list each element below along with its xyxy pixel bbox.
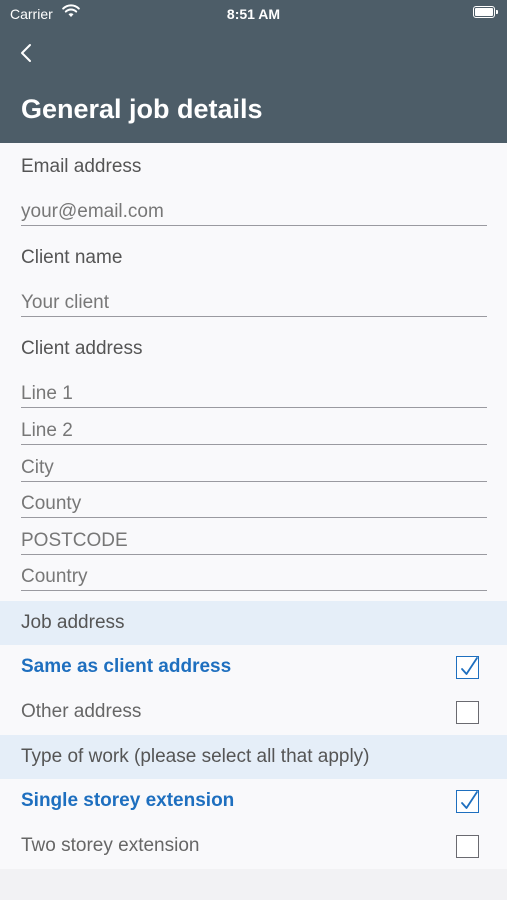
country-field[interactable]: Country <box>21 559 487 591</box>
email-placeholder: your@email.com <box>21 201 164 222</box>
city-field[interactable]: City <box>21 450 487 482</box>
client-address-label: Client address <box>21 338 143 359</box>
section-title: Job address <box>21 612 125 633</box>
other-address-row[interactable]: Other address <box>0 690 507 735</box>
battery-icon <box>473 6 498 18</box>
checkbox[interactable] <box>456 790 479 813</box>
checkmark-icon <box>461 791 478 809</box>
nav-header: Carrier 8:51 AM General job details <box>0 0 507 143</box>
option-label: Single storey extension <box>21 790 235 811</box>
two-storey-extension-row[interactable]: Two storey extension <box>0 824 507 869</box>
county-placeholder: County <box>21 493 82 514</box>
job-form: Email address your@email.com Client name… <box>0 143 507 601</box>
clock: 8:51 AM <box>226 6 281 22</box>
client-name-placeholder: Your client <box>21 292 110 313</box>
postcode-placeholder: POSTCODE <box>21 530 128 551</box>
option-label: Other address <box>21 701 142 722</box>
checkbox[interactable] <box>456 701 479 724</box>
city-placeholder: City <box>21 457 54 478</box>
postcode-field[interactable]: POSTCODE <box>21 523 487 555</box>
email-field[interactable]: your@email.com <box>21 194 487 226</box>
page-title: General job details <box>21 94 263 124</box>
job-address-section-header: Job address <box>0 601 507 645</box>
section-title: Type of work (please select all that app… <box>21 746 370 767</box>
email-label: Email address <box>21 156 142 177</box>
client-name-label: Client name <box>21 247 123 268</box>
checkmark-icon <box>461 657 478 675</box>
address-line1-placeholder: Line 1 <box>21 383 73 404</box>
client-name-field[interactable]: Your client <box>21 285 487 317</box>
address-line2-field[interactable]: Line 2 <box>21 413 487 445</box>
county-field[interactable]: County <box>21 486 487 518</box>
type-of-work-section-header: Type of work (please select all that app… <box>0 735 507 779</box>
single-storey-extension-row[interactable]: Single storey extension <box>0 779 507 824</box>
chevron-left-icon[interactable] <box>16 38 40 68</box>
same-as-client-address-row[interactable]: Same as client address <box>0 645 507 690</box>
option-label: Two storey extension <box>21 835 200 856</box>
checkbox[interactable] <box>456 656 479 679</box>
option-label: Same as client address <box>21 656 232 677</box>
address-line2-placeholder: Line 2 <box>21 420 73 441</box>
country-placeholder: Country <box>21 566 88 587</box>
checkbox[interactable] <box>456 835 479 858</box>
address-line1-field[interactable]: Line 1 <box>21 376 487 408</box>
status-bar: Carrier 8:51 AM <box>0 0 507 30</box>
